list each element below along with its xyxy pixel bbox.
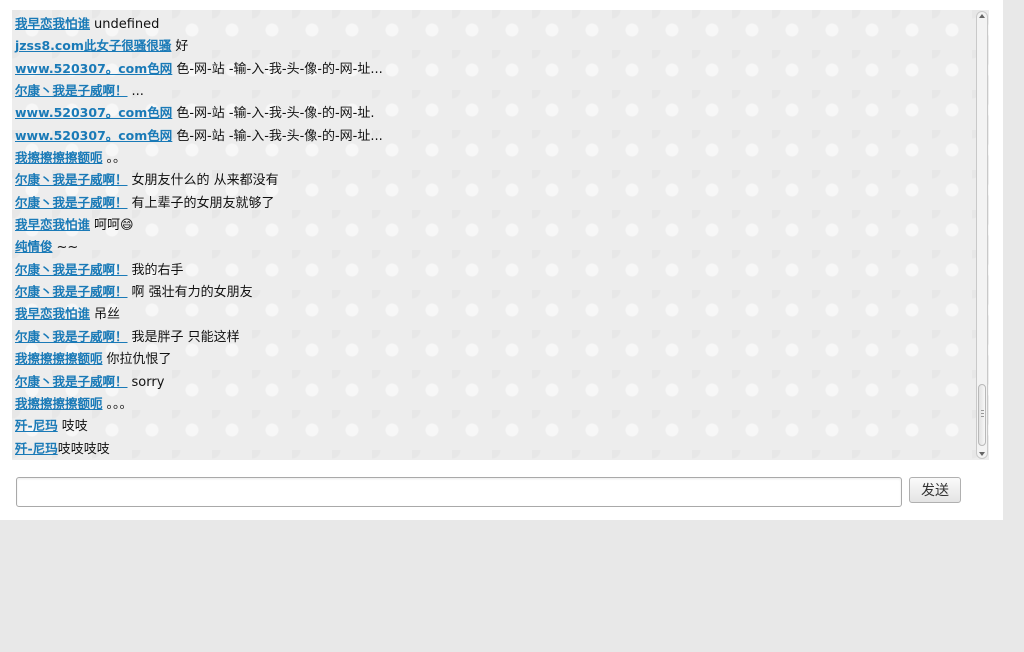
message-username-link[interactable]: 尔康丶我是子威啊！ <box>15 374 128 389</box>
message-row: 纯情俊 ~~ <box>15 236 970 258</box>
message-text: 好 <box>175 39 189 55</box>
message-text: undefined <box>94 17 160 32</box>
message-text: 啊 强壮有力的女朋友 <box>131 285 253 301</box>
message-text: 女朋友什么的 从来都没有 <box>131 173 279 189</box>
message-username-link[interactable]: 尔康丶我是子威啊！ <box>15 172 128 187</box>
message-row: 尔康丶我是子威啊！啊 强壮有力的女朋友 <box>15 281 970 303</box>
composer: 发送 <box>16 477 961 507</box>
message-text: ... <box>131 84 144 100</box>
message-text: 你拉仇恨了 <box>106 352 172 368</box>
message-username-link[interactable]: www.520307。com色网 <box>15 105 172 120</box>
message-row: 我擦擦擦擦额呃 你拉仇恨了 <box>15 348 970 370</box>
chat-log: 我早恋我怕谁 undefined jzss8.com此女子很骚很骚好 www.5203… <box>12 10 989 460</box>
message-text: 我是胖子 只能这样 <box>131 329 240 345</box>
message-username-link[interactable]: 我早恋我怕谁 <box>15 306 90 321</box>
message-username-link[interactable]: jzss8.com此女子很骚很骚 <box>15 38 171 53</box>
message-row: 歼-尼玛 吱吱 <box>15 415 970 437</box>
scroll-thumb[interactable] <box>978 384 986 446</box>
message-text: 我的右手 <box>131 262 184 278</box>
message-username-link[interactable]: 我擦擦擦擦额呃 <box>15 396 103 411</box>
message-row: jzss8.com此女子很骚很骚好 <box>15 35 970 57</box>
grip-line <box>981 413 984 414</box>
message-text: ~~ <box>56 240 79 256</box>
message-username-link[interactable]: 歼-尼玛 <box>15 418 58 433</box>
message-username-link[interactable]: 我擦擦擦擦额呃 <box>15 150 103 165</box>
message-row: 我擦擦擦擦额呃。。 <box>15 147 970 169</box>
message-text: 吊丝 <box>94 307 121 323</box>
message-username-link[interactable]: 纯情俊 <box>15 239 53 254</box>
chat-panel: 我早恋我怕谁 undefined jzss8.com此女子很骚很骚好 www.5203… <box>0 0 1003 520</box>
message-username-link[interactable]: www.520307。com色网 <box>15 61 172 76</box>
message-text: 。。 <box>106 151 127 167</box>
message-row: 尔康丶我是子威啊！ 我的右手 <box>15 259 970 281</box>
message-username-link[interactable]: 尔康丶我是子威啊！ <box>15 329 128 344</box>
message-username-link[interactable]: www.520307。com色网 <box>15 128 172 143</box>
message-input[interactable] <box>16 477 902 507</box>
message-text: 色-网-站 -输-入-我-头-像-的-网-址. <box>176 106 375 122</box>
message-username-link[interactable]: 我早恋我怕谁 <box>15 217 90 232</box>
message-row: 尔康丶我是子威啊！ 有上辈子的女朋友就够了 <box>15 192 970 214</box>
message-row: www.520307。com色网 色-网-站 -输-入-我-头-像-的-网-址..… <box>15 58 970 80</box>
message-text: 色-网-站 -输-入-我-头-像-的-网-址... <box>176 128 383 144</box>
message-username-link[interactable]: 尔康丶我是子威啊！ <box>15 83 128 98</box>
message-text: 色-网-站 -输-入-我-头-像-的-网-址... <box>176 61 383 77</box>
message-row: 我早恋我怕谁 undefined <box>15 13 970 35</box>
message-row: 我早恋我怕谁 吊丝 <box>15 303 970 325</box>
message-row: 尔康丶我是子威啊！ sorry <box>15 371 970 393</box>
message-username-link[interactable]: 尔康丶我是子威啊！ <box>15 195 128 210</box>
message-text: sorry <box>131 374 165 390</box>
message-row: 我早恋我怕谁 呵呵😄 <box>15 214 970 236</box>
message-row: 尔康丶我是子威啊！ 女朋友什么的 从来都没有 <box>15 169 970 191</box>
message-row: www.520307。com色网 色-网-站 -输-入-我-头-像-的-网-址..… <box>15 125 970 147</box>
message-text: 有上辈子的女朋友就够了 <box>131 195 275 211</box>
message-row: 歼-尼玛吱吱吱吱 <box>15 438 970 460</box>
chat-scrollbar[interactable] <box>976 11 988 459</box>
send-button[interactable]: 发送 <box>909 477 961 503</box>
message-row: 尔康丶我是子威啊！ 我是胖子 只能这样 <box>15 326 970 348</box>
message-text: 吱吱 <box>61 419 88 435</box>
scroll-up-icon[interactable] <box>979 14 985 18</box>
message-text: 。。。 <box>106 396 133 412</box>
grip-line <box>981 416 984 417</box>
message-username-link[interactable]: 我早恋我怕谁 <box>15 16 90 31</box>
message-row: 尔康丶我是子威啊！... <box>15 80 970 102</box>
message-username-link[interactable]: 尔康丶我是子威啊！ <box>15 262 128 277</box>
message-username-link[interactable]: 我擦擦擦擦额呃 <box>15 351 103 366</box>
message-username-link[interactable]: 歼-尼玛 <box>15 441 58 456</box>
message-row: www.520307。com色网 色-网-站 -输-入-我-头-像-的-网-址. <box>15 102 970 124</box>
message-username-link[interactable]: 尔康丶我是子威啊！ <box>15 284 128 299</box>
message-text: 呵呵😄 <box>94 218 134 234</box>
message-list: 我早恋我怕谁 undefined jzss8.com此女子很骚很骚好 www.5203… <box>15 13 970 460</box>
message-text: 吱吱吱吱 <box>57 441 110 457</box>
message-row: 我擦擦擦擦额呃。。。 <box>15 393 970 415</box>
scroll-down-icon[interactable] <box>979 452 985 456</box>
grip-line <box>981 410 984 411</box>
